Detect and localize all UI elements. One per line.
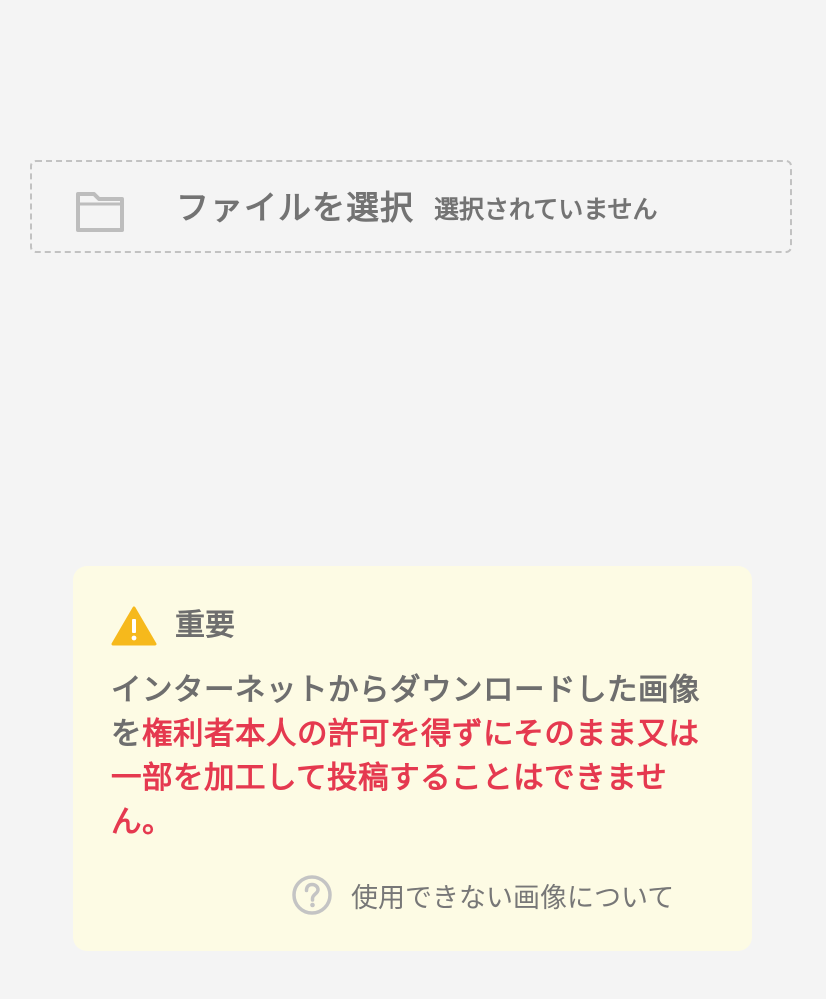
important-notice: 重要 インターネットからダウンロードした画像を権利者本人の許可を得ずにそのまま又… bbox=[73, 566, 752, 951]
folder-icon bbox=[76, 192, 124, 232]
help-link-text[interactable]: 使用できない画像について bbox=[351, 876, 674, 915]
notice-title: 重要 bbox=[175, 608, 235, 643]
file-picker[interactable]: ファイルを選択 選択されていません bbox=[30, 160, 792, 253]
warning-icon bbox=[111, 606, 157, 646]
unusable-images-help-link[interactable]: 使用できない画像について bbox=[291, 873, 674, 917]
notice-body-emphasis: 権利者本人の許可を得ずにそのまま又は一部を加工して投稿することはできません。 bbox=[111, 717, 700, 840]
choose-file-button[interactable]: ファイルを選択 bbox=[176, 184, 414, 232]
file-status-text: 選択されていません bbox=[434, 195, 658, 224]
question-circle-icon bbox=[292, 875, 332, 915]
notice-body: インターネットからダウンロードした画像を権利者本人の許可を得ずにそのまま又は一部… bbox=[111, 669, 723, 845]
